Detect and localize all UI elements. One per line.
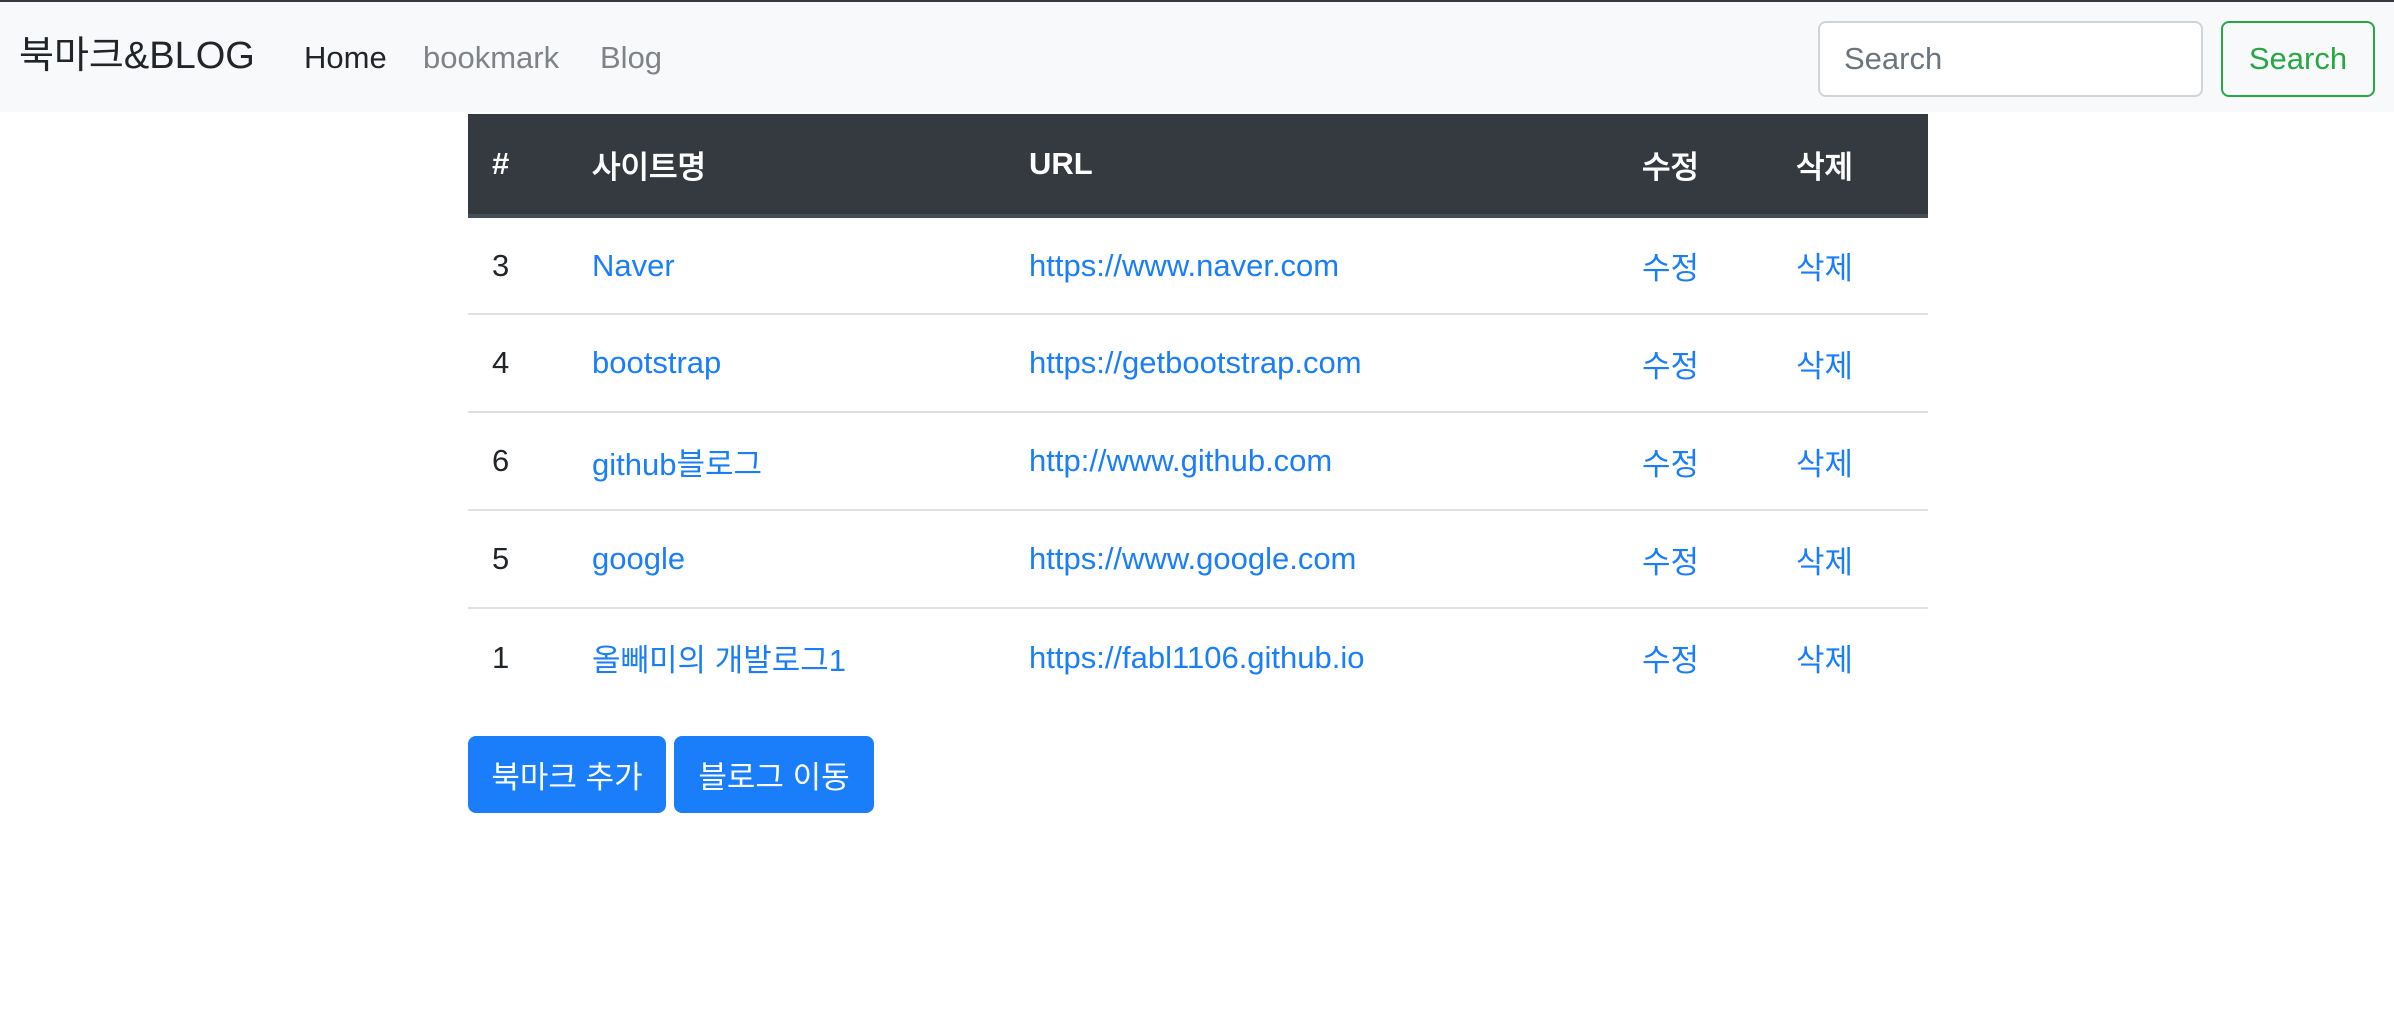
edit-link[interactable]: 수정 [1642, 643, 1699, 678]
table-row: 4 bootstrap https://getbootstrap.com 수정 … [468, 314, 1928, 413]
site-name-link[interactable]: github블로그 [592, 447, 762, 482]
site-name-link[interactable]: Naver [592, 248, 675, 283]
url-link[interactable]: https://fabl1106.github.io [1029, 640, 1365, 675]
edit-link[interactable]: 수정 [1642, 447, 1699, 482]
search-button[interactable]: Search [2221, 21, 2375, 97]
header-delete: 삭제 [1772, 114, 1928, 218]
site-name-link[interactable]: bootstrap [592, 345, 721, 380]
header-number: # [468, 114, 568, 218]
delete-link[interactable]: 삭제 [1796, 643, 1853, 678]
table-header-row: # 사이트명 URL 수정 삭제 [468, 114, 1928, 218]
table-body: 3 Naver https://www.naver.com 수정 삭제 4 bo… [468, 216, 1928, 706]
table-row: 5 google https://www.google.com 수정 삭제 [468, 510, 1928, 609]
site-name-link[interactable]: 올빼미의 개발로그1 [592, 643, 846, 678]
delete-link[interactable]: 삭제 [1796, 349, 1853, 384]
delete-link[interactable]: 삭제 [1796, 447, 1853, 482]
nav-link-home[interactable]: Home [304, 36, 387, 80]
row-number: 6 [468, 412, 568, 511]
url-link[interactable]: http://www.github.com [1029, 443, 1332, 478]
row-number: 3 [468, 216, 568, 315]
nav-link-blog[interactable]: Blog [600, 36, 662, 80]
delete-link[interactable]: 삭제 [1796, 251, 1853, 286]
edit-link[interactable]: 수정 [1642, 545, 1699, 580]
site-name-link[interactable]: google [592, 541, 685, 576]
table-row: 1 올빼미의 개발로그1 https://fabl1106.github.io … [468, 608, 1928, 706]
brand-link[interactable]: 북마크&BLOG [19, 30, 255, 82]
row-number: 4 [468, 314, 568, 413]
url-link[interactable]: https://www.google.com [1029, 541, 1356, 576]
edit-link[interactable]: 수정 [1642, 251, 1699, 286]
table-row: 6 github블로그 http://www.github.com 수정 삭제 [468, 412, 1928, 511]
table-row: 3 Naver https://www.naver.com 수정 삭제 [468, 216, 1928, 315]
row-number: 1 [492, 639, 510, 675]
bookmark-table-container: # 사이트명 URL 수정 삭제 3 Naver https://www.nav… [468, 114, 1928, 706]
edit-link[interactable]: 수정 [1642, 349, 1699, 384]
search-input[interactable] [1818, 21, 2203, 97]
header-site-name: 사이트명 [568, 114, 1005, 218]
header-edit: 수정 [1618, 114, 1772, 218]
table-header: # 사이트명 URL 수정 삭제 [468, 114, 1928, 218]
row-number: 5 [468, 510, 568, 609]
url-link[interactable]: https://getbootstrap.com [1029, 345, 1362, 380]
url-link[interactable]: https://www.naver.com [1029, 248, 1339, 283]
header-url: URL [1005, 114, 1618, 218]
go-to-blog-button[interactable]: 블로그 이동 [674, 736, 874, 813]
navbar: 북마크&BLOG Home bookmark Blog Search [0, 0, 2394, 112]
delete-link[interactable]: 삭제 [1796, 545, 1853, 580]
nav-link-bookmark[interactable]: bookmark [423, 36, 559, 80]
bookmark-table: # 사이트명 URL 수정 삭제 3 Naver https://www.nav… [468, 114, 1928, 706]
add-bookmark-button[interactable]: 북마크 추가 [468, 736, 666, 813]
